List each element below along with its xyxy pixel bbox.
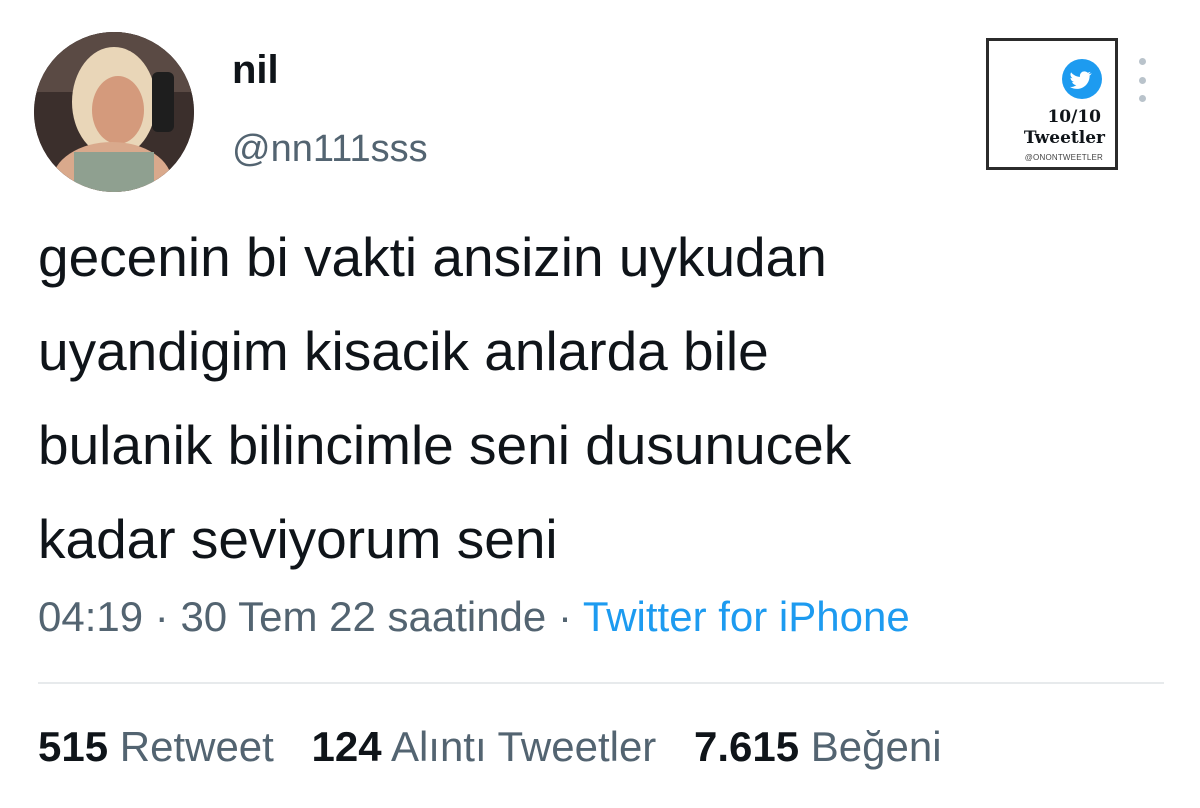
likes-label: Beğeni — [810, 723, 942, 770]
display-name[interactable]: nil — [232, 50, 279, 90]
dot — [1138, 76, 1146, 84]
tweet-text: gecenin bi vakti ansizin uykudan uyandig… — [38, 226, 852, 570]
tweet-meta: 04:19 · 30 Tem 22 saatinde · Twitter for… — [38, 590, 910, 644]
quotes-stat[interactable]: 124 Alıntı Tweetler — [312, 723, 657, 770]
user-handle[interactable]: @nn111sss — [232, 130, 428, 168]
quotes-count: 124 — [311, 723, 382, 770]
watermark-badge: 10/10 Tweetler @ONONTWEETLER — [986, 38, 1118, 170]
watermark-handle: @ONONTWEETLER — [1024, 153, 1103, 162]
avatar-photo — [34, 32, 194, 192]
meta-separator: · — [154, 593, 169, 640]
retweets-stat[interactable]: 515 Retweet — [38, 723, 274, 770]
tweet-time[interactable]: 04:19 — [38, 593, 143, 640]
watermark-title: Tweetler — [1023, 128, 1105, 148]
meta-separator: · — [557, 593, 572, 640]
tweet-stats: 515 Retweet 124 Alıntı Tweetler 7.615 Be… — [38, 720, 968, 774]
retweets-count: 515 — [38, 723, 109, 770]
likes-count: 7.615 — [693, 723, 800, 770]
retweets-label: Retweet — [119, 723, 274, 770]
dot — [1138, 95, 1146, 102]
avatar[interactable] — [34, 32, 194, 192]
dot — [1138, 58, 1146, 65]
tweet-source-link[interactable]: Twitter for iPhone — [583, 593, 910, 640]
likes-stat[interactable]: 7.615 Beğeni — [694, 723, 942, 770]
tweet-date[interactable]: 30 Tem 22 saatinde — [180, 593, 546, 640]
quotes-label: Alıntı Tweetler — [390, 723, 657, 770]
more-options-icon[interactable] — [1132, 58, 1152, 102]
watermark-count: 10/10 — [1047, 107, 1101, 127]
divider — [38, 682, 1164, 684]
twitter-bird-icon — [1062, 59, 1102, 99]
